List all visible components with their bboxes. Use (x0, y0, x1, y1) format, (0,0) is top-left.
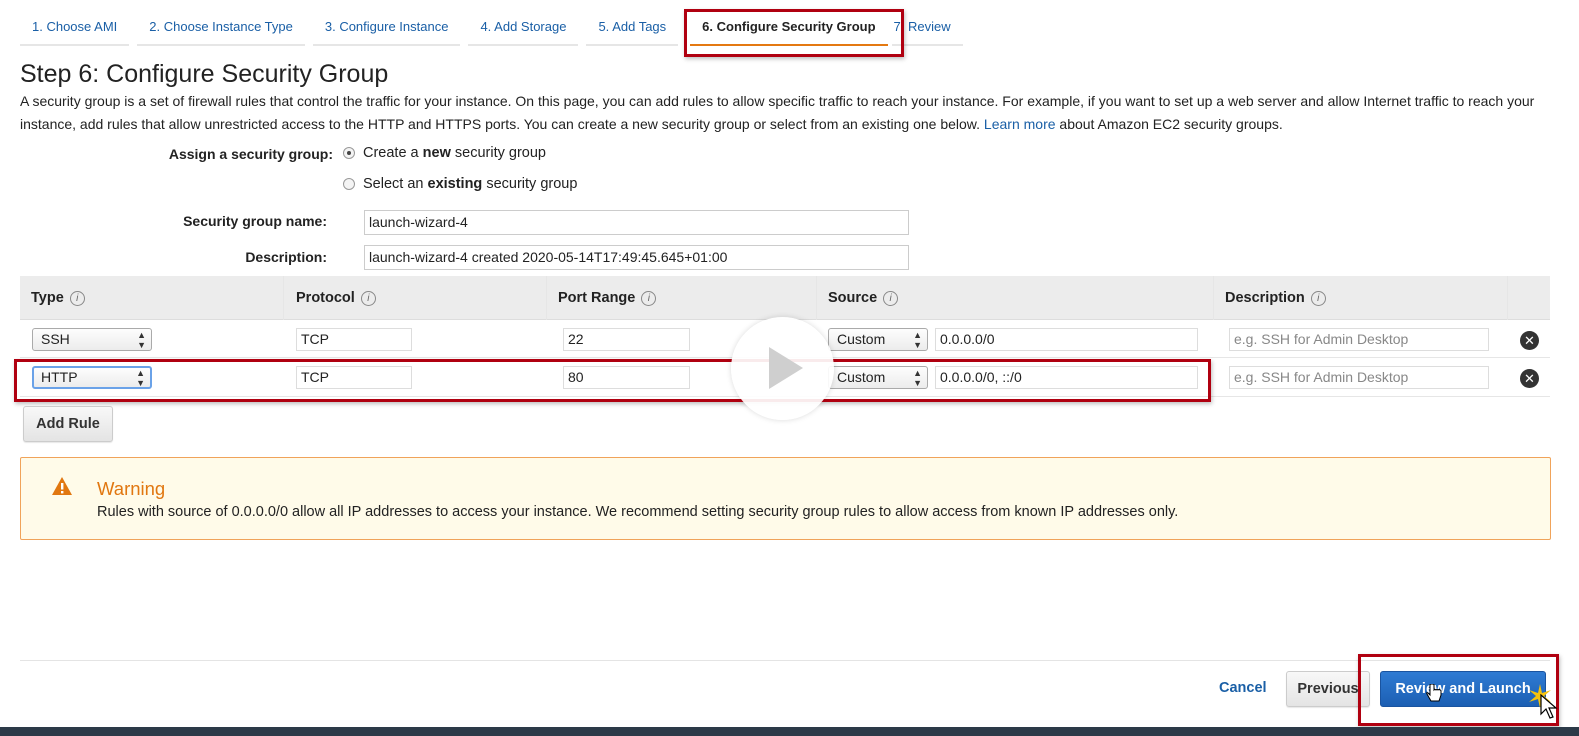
tab-choose-instance-type[interactable]: 2. Choose Instance Type (137, 19, 305, 46)
rule-source-input[interactable]: 0.0.0.0/0, ::/0 (935, 366, 1198, 389)
intro-text: A security group is a set of firewall ru… (20, 93, 1535, 132)
rule-source-select[interactable]: Custom ▲ ▼ (828, 366, 928, 389)
video-play-button[interactable] (731, 317, 834, 420)
rule-type-select[interactable]: HTTP ▲ ▼ (32, 366, 152, 389)
radio-create-new-suffix: security group (454, 145, 546, 161)
review-and-launch-button[interactable]: Review and Launch (1380, 671, 1546, 707)
intro-suffix: about Amazon EC2 security groups. (1059, 115, 1283, 132)
select-arrows-icon: ▲ ▼ (136, 367, 145, 388)
info-icon[interactable]: i (883, 290, 899, 306)
previous-button[interactable]: Previous (1286, 671, 1370, 707)
header-description: Description i (1214, 276, 1508, 320)
select-arrows-icon: ▲ ▼ (913, 367, 922, 388)
header-type-label: Type (31, 290, 64, 306)
radio-select-existing-button[interactable] (343, 178, 355, 190)
group-name-label: Security group name: (183, 213, 327, 229)
radio-create-new[interactable]: Create a new security group (343, 145, 546, 161)
rule-port-field[interactable]: 22 (563, 328, 690, 351)
header-description-label: Description (1225, 290, 1305, 306)
warning-icon (52, 477, 72, 495)
rule-source-select[interactable]: Custom ▲ ▼ (828, 328, 928, 351)
tab-review[interactable]: 7. Review (891, 19, 963, 46)
radio-select-existing-bold: existing (427, 176, 483, 192)
bottom-bar (0, 727, 1579, 736)
rule-protocol-field: TCP (296, 328, 412, 351)
header-port-range: Port Range i (547, 276, 817, 320)
header-protocol-label: Protocol (296, 290, 355, 306)
radio-select-existing[interactable]: Select an existing security group (343, 176, 577, 192)
info-icon[interactable]: i (360, 290, 376, 306)
rule-source-type-value: Custom (837, 369, 886, 385)
header-port-range-label: Port Range (558, 290, 636, 306)
tab-configure-security-group[interactable]: 6. Configure Security Group (690, 19, 888, 46)
rule-type-select[interactable]: SSH ▲ ▼ (32, 328, 152, 351)
cancel-link[interactable]: Cancel (1219, 680, 1267, 696)
remove-rule-icon[interactable]: ✕ (1520, 331, 1539, 350)
intro-paragraph: A security group is a set of firewall ru… (20, 90, 1545, 135)
tab-add-storage[interactable]: 4. Add Storage (468, 19, 579, 46)
tab-choose-ami[interactable]: 1. Choose AMI (20, 19, 130, 46)
learn-more-link[interactable]: Learn more (984, 116, 1056, 132)
rule-port-field[interactable]: 80 (563, 366, 690, 389)
rules-table-header: Type i Protocol i Port Range i Source i Desc… (20, 276, 1550, 320)
info-icon[interactable]: i (1310, 290, 1326, 306)
rule-description-input[interactable]: e.g. SSH for Admin Desktop (1229, 328, 1489, 351)
rule-source-input[interactable]: 0.0.0.0/0 (935, 328, 1198, 351)
assign-group-label: Assign a security group: (168, 146, 333, 162)
radio-select-existing-prefix: Select an (363, 176, 424, 192)
header-source: Source i (817, 276, 1214, 320)
arrow-cursor-icon (1540, 694, 1558, 719)
tab-add-tags[interactable]: 5. Add Tags (586, 19, 679, 46)
warning-title: Warning (97, 478, 166, 499)
info-icon[interactable]: i (641, 290, 657, 306)
play-icon (769, 347, 803, 389)
header-source-label: Source (828, 290, 878, 306)
info-icon[interactable]: i (69, 290, 85, 306)
rule-source-type-value: Custom (837, 331, 886, 347)
header-protocol: Protocol i (285, 276, 547, 320)
add-rule-button[interactable]: Add Rule (23, 406, 113, 442)
rule-type-value: SSH (41, 331, 70, 347)
warning-text: Rules with source of 0.0.0.0/0 allow all… (97, 504, 1179, 520)
tab-configure-instance[interactable]: 3. Configure Instance (312, 19, 461, 46)
rule-protocol-field: TCP (296, 366, 412, 389)
group-description-input[interactable]: launch-wizard-4 created 2020-05-14T17:49… (364, 245, 909, 270)
group-description-label: Description: (245, 249, 327, 265)
radio-create-new-prefix: Create a (363, 145, 419, 161)
group-name-input[interactable]: launch-wizard-4 (364, 210, 909, 235)
page-title: Step 6: Configure Security Group (20, 60, 389, 88)
warning-box: Warning Rules with source of 0.0.0.0/0 a… (20, 457, 1551, 540)
hand-cursor-icon (1426, 684, 1442, 702)
select-arrows-icon: ▲ ▼ (913, 329, 922, 350)
wizard-tabs: 1. Choose AMI 2. Choose Instance Type 3.… (20, 10, 971, 46)
rule-type-value: HTTP (41, 369, 78, 385)
header-type: Type i (20, 276, 284, 320)
select-arrows-icon: ▲ ▼ (137, 329, 146, 350)
radio-create-new-button[interactable] (343, 147, 355, 159)
footer-divider (20, 660, 1550, 661)
radio-select-existing-suffix: security group (486, 176, 578, 192)
rule-description-input[interactable]: e.g. SSH for Admin Desktop (1229, 366, 1489, 389)
remove-rule-icon[interactable]: ✕ (1520, 369, 1539, 388)
radio-create-new-bold: new (422, 145, 451, 161)
